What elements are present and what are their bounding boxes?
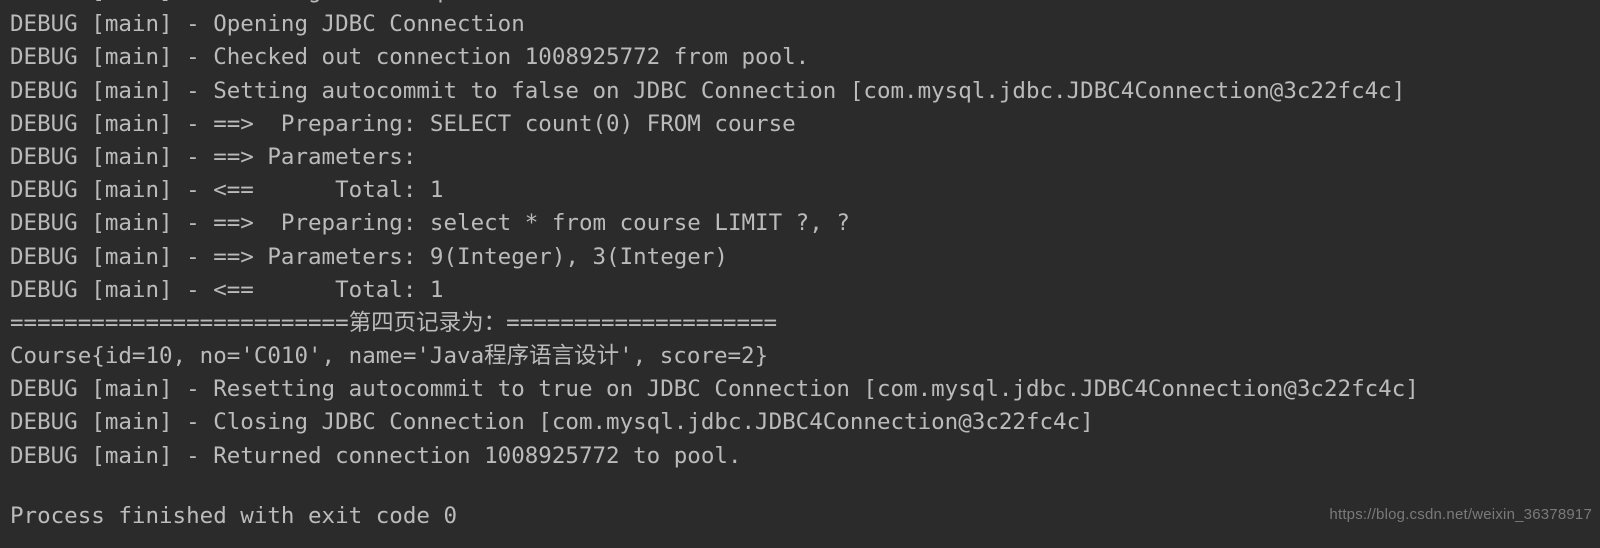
log-line: DEBUG [main] - Checked out connection 10… — [10, 44, 810, 71]
log-line: DEBUG [main] - ==> Preparing: select * f… — [10, 210, 850, 237]
console-output-panel[interactable]: DEBUG [main] - Creating a new SqlSession… — [0, 0, 1600, 548]
process-exit-status: Process finished with exit code 0 — [10, 503, 458, 529]
log-line-clipped: DEBUG [main] - Creating a new SqlSession — [10, 0, 1600, 8]
log-line: DEBUG [main] - ==> Parameters: — [10, 143, 417, 170]
log-line: DEBUG [main] - Opening JDBC Connection — [10, 11, 525, 38]
log-line: DEBUG [main] - ==> Preparing: SELECT cou… — [10, 110, 796, 137]
log-line: DEBUG [main] - <== Total: 1 — [10, 177, 444, 204]
log-line: DEBUG [main] - Setting autocommit to fal… — [10, 77, 1406, 104]
log-line: DEBUG [main] - Resetting autocommit to t… — [10, 376, 1419, 403]
log-line: DEBUG [main] - <== Total: 1 — [10, 276, 444, 303]
watermark-url: https://blog.csdn.net/weixin_36378917 — [1329, 506, 1592, 523]
log-line: DEBUG [main] - Closing JDBC Connection [… — [10, 409, 1094, 436]
log-line-list: DEBUG [main] - Creating a new SqlSession… — [10, 0, 1600, 506]
log-line-separator: =========================第四页记录为：========… — [10, 309, 778, 336]
log-line-record: Course{id=10, no='C010', name='Java程序语言设… — [10, 343, 769, 370]
log-line: DEBUG [main] - Returned connection 10089… — [10, 442, 742, 469]
log-line: DEBUG [main] - ==> Parameters: 9(Integer… — [10, 243, 728, 270]
